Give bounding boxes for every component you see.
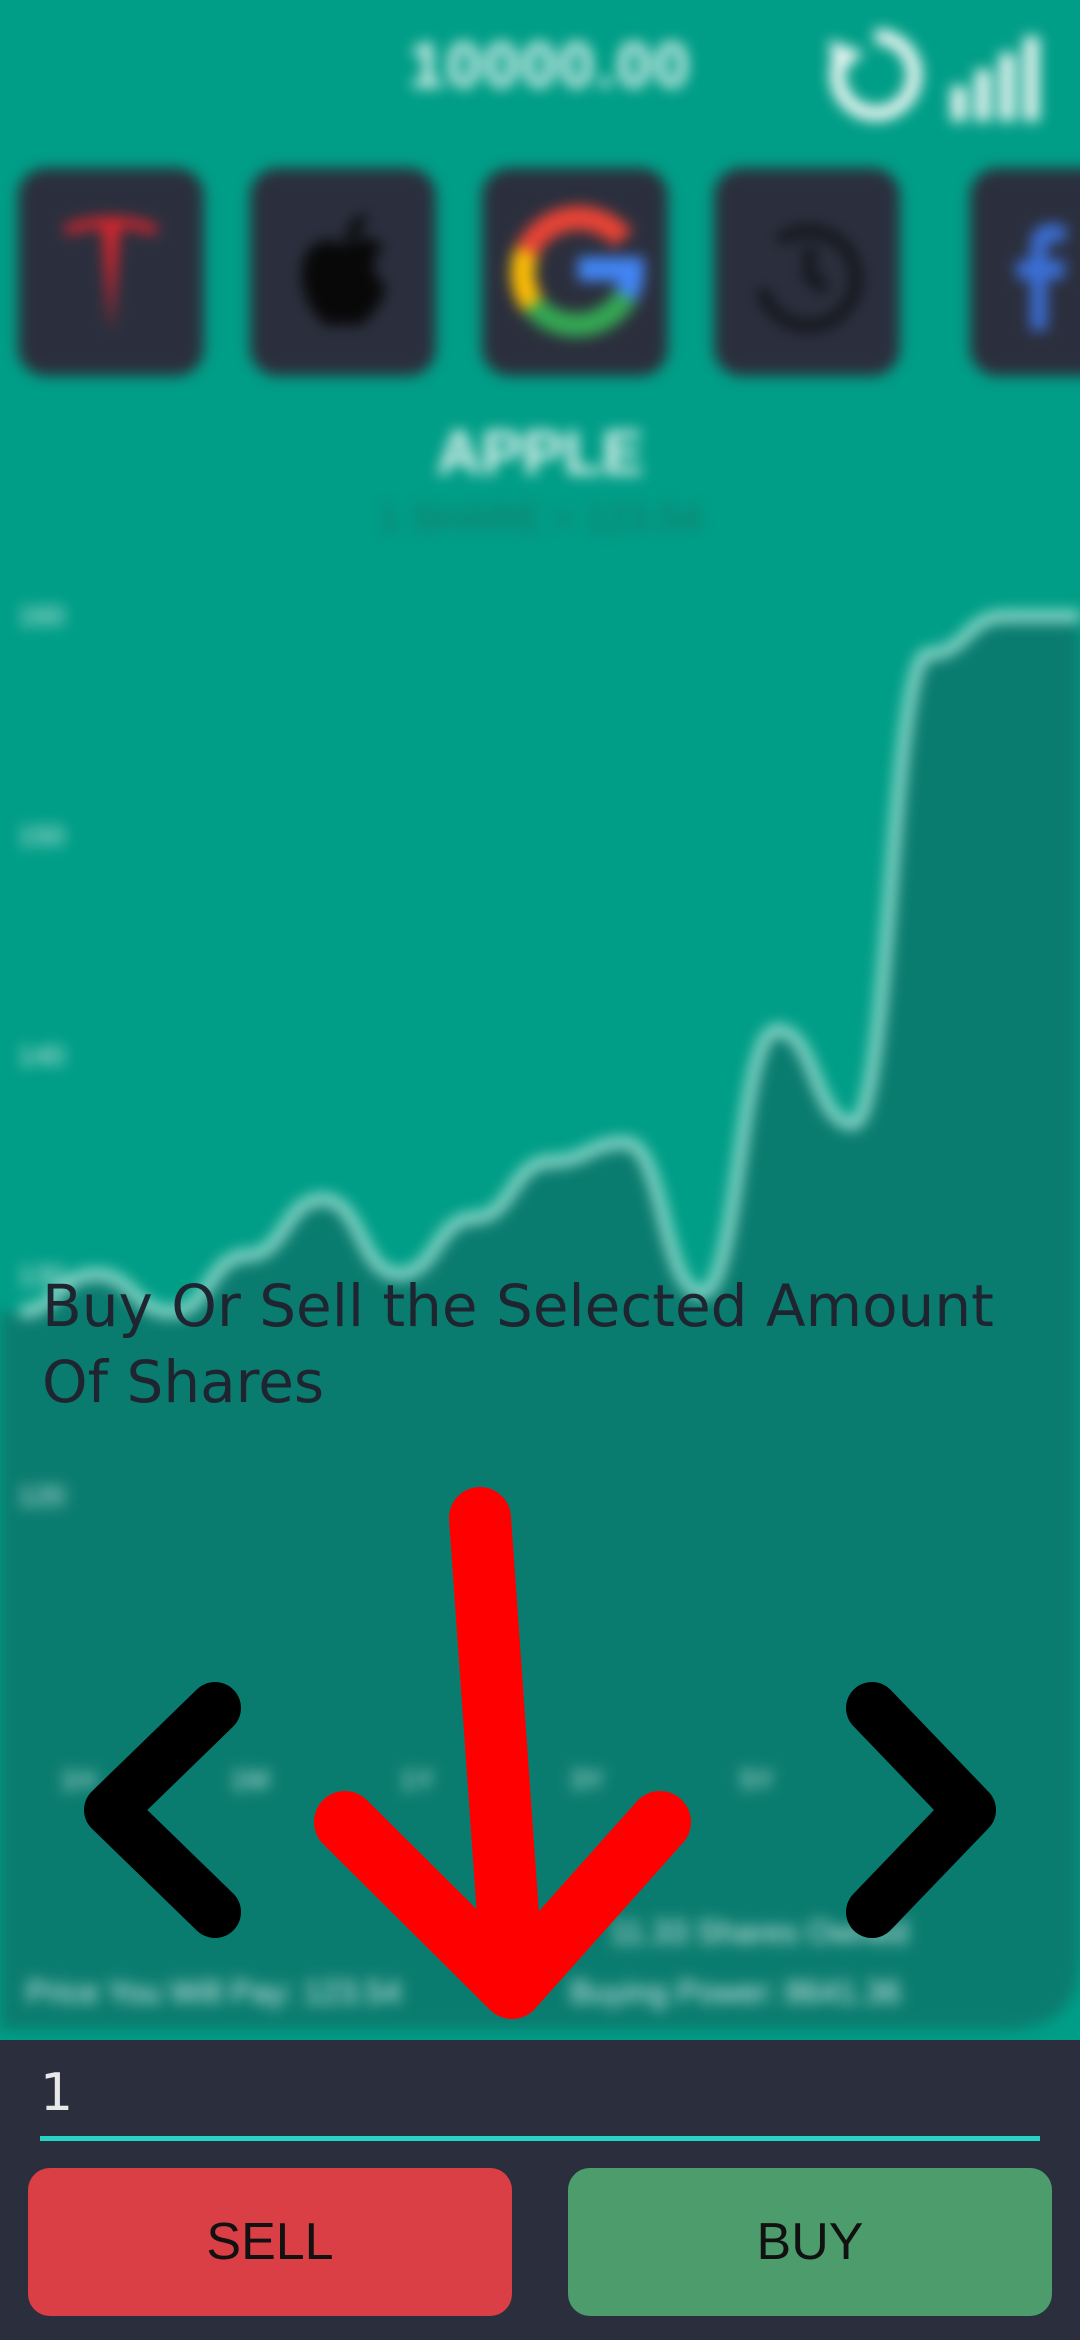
- price-you-pay-text: Price You Will Pay: 123.54: [26, 1974, 402, 2010]
- x-tick-label[interactable]: 1Y: [400, 1764, 434, 1796]
- x-tick-label[interactable]: 5Y: [740, 1764, 774, 1796]
- buy-button[interactable]: BUY: [568, 2168, 1052, 2316]
- share-amount-input[interactable]: [40, 2050, 1040, 2141]
- y-tick-label: 120: [18, 1480, 65, 1511]
- tutorial-instruction-text: Buy Or Sell the Selected Amount Of Share…: [42, 1272, 994, 1416]
- x-tick-label[interactable]: 3Y: [570, 1764, 604, 1796]
- y-tick-label: 140: [18, 1040, 65, 1071]
- sell-button[interactable]: SELL: [28, 2168, 512, 2316]
- y-tick-label: 150: [18, 820, 65, 851]
- x-tick-label[interactable]: 1H: [60, 1764, 96, 1796]
- y-tick-label: 160: [18, 600, 65, 631]
- x-tick-label[interactable]: 1M: [230, 1764, 269, 1796]
- buying-power-text: Buying Power: 8641.36: [570, 1974, 901, 2010]
